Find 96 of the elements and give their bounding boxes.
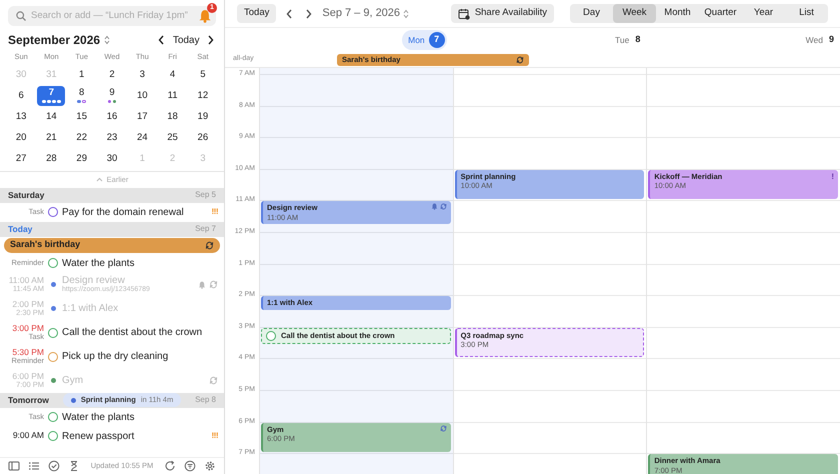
calendar-day[interactable]: 29 <box>68 148 96 169</box>
view-tab[interactable]: List <box>785 4 828 23</box>
search-icon <box>16 11 26 21</box>
date-range: Sep 7 – 9, 2026 <box>322 6 400 22</box>
weekday-label: Mon <box>408 34 425 46</box>
view-tab[interactable]: Week <box>613 4 656 23</box>
weekday-label: Wed <box>806 34 823 46</box>
section-title: Today <box>8 222 32 236</box>
item-title: Gym <box>62 375 84 386</box>
item-title: Water the plants <box>62 412 134 422</box>
today-button[interactable]: Today <box>237 4 276 23</box>
calendar-day[interactable]: 3 <box>128 64 156 85</box>
priority-mark: !!! <box>212 430 218 442</box>
checkbox-circle[interactable] <box>48 207 58 217</box>
checkbox-circle[interactable] <box>48 352 58 362</box>
checkbox-circle[interactable] <box>48 328 58 338</box>
sidebar-icon[interactable] <box>8 460 20 472</box>
refresh-icon[interactable] <box>164 460 176 472</box>
priority-mark: ! <box>831 172 834 182</box>
calendar-day[interactable]: 2 <box>98 64 126 85</box>
calendar-day[interactable]: 23 <box>98 128 126 148</box>
calendar-day[interactable]: 8 <box>68 86 96 106</box>
item-time: 9:00 AM <box>12 431 44 441</box>
item-title: Pay for the domain renewal <box>62 206 184 218</box>
calendar-day[interactable]: 14 <box>37 106 66 127</box>
item-title: Pick up the dry cleaning <box>62 351 168 362</box>
checkbox-circle[interactable] <box>48 431 58 441</box>
item-title: Renew passport <box>62 430 134 442</box>
selected-day-header[interactable]: Mon 7 <box>402 30 447 50</box>
checkbox-circle[interactable] <box>48 412 58 422</box>
agenda-item[interactable]: 9:00 AM Renew passport !!! <box>0 426 224 446</box>
item-title: Design review <box>62 275 125 286</box>
item-title: Call the dentist about the crown <box>62 327 202 338</box>
all-day-event[interactable]: Sarah's birthday <box>4 238 220 252</box>
section-date: Sep 8 <box>195 394 216 406</box>
item-time: 6:00 PM <box>12 372 44 382</box>
calendar-day[interactable]: 25 <box>158 128 187 148</box>
calendar-day[interactable]: 17 <box>128 106 156 127</box>
calendar-day[interactable]: 30 <box>98 148 126 169</box>
calendar-day[interactable]: 18 <box>158 106 187 127</box>
section-date: Sep 7 <box>195 223 216 235</box>
search-field[interactable]: Search or add — “Lunch Friday 1pm” <box>31 8 193 24</box>
calendar-day[interactable]: 20 <box>7 128 36 148</box>
chevron-up-icon <box>96 177 103 182</box>
list-icon[interactable] <box>28 460 40 472</box>
item-title: 1:1 with Alex <box>62 303 118 314</box>
settings-icon[interactable] <box>204 460 216 472</box>
day-number-circle: 7 <box>428 32 445 48</box>
item-time: 2:00 PM <box>12 300 44 310</box>
view-tab[interactable]: Month <box>656 4 699 23</box>
calendar-day[interactable]: 5 <box>188 64 217 85</box>
today-link[interactable]: Today <box>170 32 202 48</box>
calendar-day[interactable]: 11 <box>158 86 187 106</box>
calendar-day[interactable]: 13 <box>7 106 36 127</box>
section-title: Saturday <box>8 188 44 202</box>
calendar-day[interactable]: 27 <box>7 148 36 169</box>
item-title: Water the plants <box>62 258 134 268</box>
checkbox-circle[interactable] <box>48 258 58 268</box>
day-number: 8 <box>635 33 640 46</box>
bell-icon[interactable] <box>198 9 212 24</box>
section-title: Tomorrow <box>8 394 49 406</box>
calendar-day[interactable]: 1 <box>68 64 96 85</box>
calendar-icon <box>458 8 470 20</box>
view-tab[interactable]: Day <box>570 4 613 23</box>
view-tab[interactable]: Year <box>742 4 785 23</box>
calendar-day[interactable]: 12 <box>188 86 217 106</box>
view-tab[interactable]: Quarter <box>699 4 742 23</box>
calendar-day[interactable]: 4 <box>158 64 187 85</box>
day-number: 9 <box>828 33 834 46</box>
check-circle-icon[interactable] <box>48 460 60 472</box>
calendar-day[interactable]: 16 <box>98 106 126 127</box>
item-time: 5:30 PM <box>12 348 44 358</box>
filter-icon[interactable] <box>184 460 196 472</box>
item-time: 11:00 AM <box>8 276 44 286</box>
sort-arrows-icon[interactable] <box>104 35 110 45</box>
calendar-day[interactable]: 15 <box>68 106 96 127</box>
calendar-day[interactable]: 19 <box>188 106 217 127</box>
calendar-day[interactable]: 22 <box>68 128 96 148</box>
month-title: September 2026 <box>8 32 100 49</box>
share-availability-button[interactable]: Share Availability <box>450 4 554 23</box>
checkbox-circle[interactable] <box>266 330 276 341</box>
event-title: Sarah's birthday <box>10 238 80 252</box>
calendar-day[interactable]: 7 <box>37 86 66 106</box>
sort-arrows-icon[interactable] <box>403 8 410 18</box>
calendar-day[interactable]: 26 <box>188 128 217 148</box>
calendar-day[interactable]: 10 <box>128 86 156 106</box>
calendar-day[interactable]: 24 <box>128 128 156 148</box>
section-date: Sep 5 <box>195 189 216 201</box>
calendar-day[interactable]: 6 <box>7 86 36 106</box>
calendar-day[interactable]: 9 <box>98 86 126 106</box>
weekday-label: Tue <box>614 34 630 46</box>
priority-mark: !!! <box>212 206 218 218</box>
item-time: 3:00 PM <box>12 324 44 334</box>
calendar-day[interactable]: 21 <box>37 128 66 148</box>
calendar-day[interactable]: 28 <box>37 148 66 169</box>
hourglass-icon[interactable] <box>68 460 80 472</box>
